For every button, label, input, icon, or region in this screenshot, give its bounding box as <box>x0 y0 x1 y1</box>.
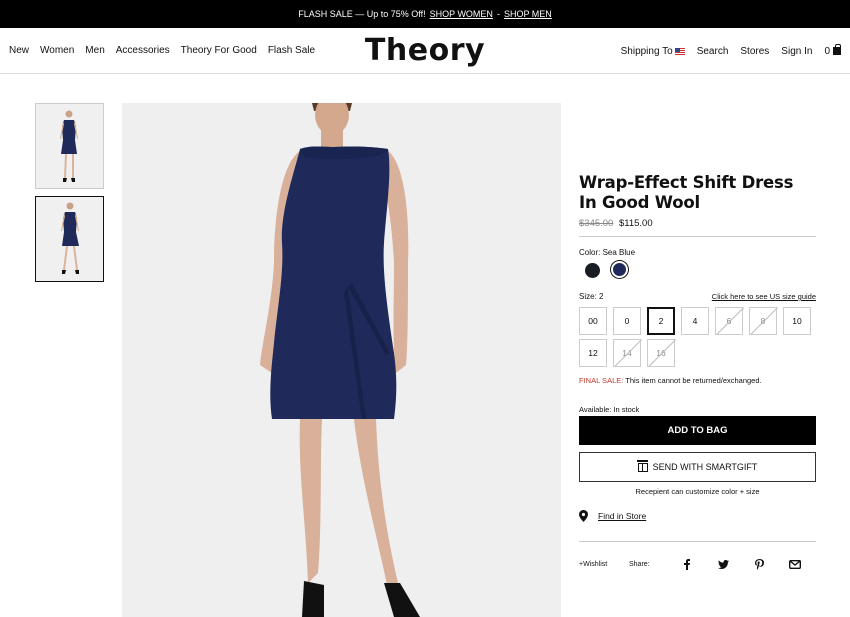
color-swatch-black[interactable] <box>585 263 600 278</box>
stores-link[interactable]: Stores <box>740 46 769 57</box>
size-label: Size: 2 <box>579 292 604 301</box>
final-sale-notice: FINAL SALE: This item cannot be returned… <box>579 376 816 385</box>
shopping-bag-icon <box>833 44 841 55</box>
shop-women-link[interactable]: SHOP WOMEN <box>430 9 493 19</box>
dress-model-pose-thumbnail-image <box>36 197 103 281</box>
dress-model-front-thumbnail-image <box>36 104 103 188</box>
shipping-to-link[interactable]: Shipping To <box>621 46 685 57</box>
final-sale-text: This item cannot be returned/exchanged. <box>623 376 762 385</box>
size-option-4[interactable]: 4 <box>681 307 709 335</box>
availability-status: Available: In stock <box>579 405 640 414</box>
send-with-smartgift-button[interactable]: SEND WITH SMARTGIFT <box>579 452 816 482</box>
utility-nav: Shipping To Search Stores Sign In 0 <box>621 44 841 57</box>
location-pin-icon <box>579 510 588 522</box>
size-option-8-unavailable[interactable]: 8 <box>749 307 777 335</box>
sign-in-link[interactable]: Sign In <box>781 46 812 57</box>
email-icon[interactable] <box>777 560 813 569</box>
size-header: Size: 2 Click here to see US size guide <box>579 292 816 301</box>
promo-text: FLASH SALE — Up to 75% Off! <box>298 9 426 19</box>
share-label: Share: <box>629 561 650 568</box>
color-swatches <box>579 261 816 278</box>
size-option-14-unavailable[interactable]: 14 <box>613 339 641 367</box>
size-selector: 00 0 2 4 6 8 10 12 14 16 <box>579 307 816 367</box>
share-row: +Wishlist Share: <box>579 559 816 570</box>
price-block: $345.00 $115.00 <box>579 218 816 237</box>
wishlist-link[interactable]: +Wishlist <box>579 561 629 568</box>
promo-bar: FLASH SALE — Up to 75% Off! SHOP WOMEN -… <box>0 0 850 28</box>
twitter-icon[interactable] <box>705 560 741 569</box>
final-sale-label: FINAL SALE: <box>579 376 624 385</box>
main-product-image[interactable] <box>122 103 561 617</box>
size-option-16-unavailable[interactable]: 16 <box>647 339 675 367</box>
bag-count: 0 <box>824 46 830 57</box>
shop-men-link[interactable]: SHOP MEN <box>504 9 552 19</box>
original-price: $345.00 <box>579 218 614 229</box>
size-option-10[interactable]: 10 <box>783 307 811 335</box>
us-flag-icon <box>674 48 685 55</box>
shipping-to-label: Shipping To <box>620 46 673 57</box>
color-swatch-sea-blue[interactable] <box>611 261 628 278</box>
product-title: Wrap-Effect Shift Dress In Good Wool <box>579 173 794 212</box>
smartgift-label: SEND WITH SMARTGIFT <box>652 462 758 472</box>
size-option-00[interactable]: 00 <box>579 307 607 335</box>
product-thumbnail-selected[interactable] <box>35 196 104 282</box>
size-option-6-unavailable[interactable]: 6 <box>715 307 743 335</box>
product-info-panel: Wrap-Effect Shift Dress In Good Wool $34… <box>579 173 816 570</box>
site-header: New Women Men Accessories Theory For Goo… <box>0 28 850 74</box>
recipient-note: Recepient can customize color + size <box>635 487 760 496</box>
product-thumbnail[interactable] <box>35 103 104 189</box>
sale-price: $115.00 <box>618 218 653 229</box>
facebook-icon[interactable] <box>669 559 705 570</box>
size-option-2-selected[interactable]: 2 <box>647 307 675 335</box>
color-label: Color: Sea Blue <box>579 248 636 257</box>
bag-link[interactable]: 0 <box>824 44 841 57</box>
dress-model-image <box>122 103 561 617</box>
size-option-12[interactable]: 12 <box>579 339 607 367</box>
search-link[interactable]: Search <box>697 46 729 57</box>
promo-separator: - <box>496 9 500 19</box>
pinterest-icon[interactable] <box>741 559 777 570</box>
add-to-bag-button[interactable]: ADD TO BAG <box>579 416 816 445</box>
gift-icon <box>636 459 648 472</box>
find-in-store-row: Find in Store <box>579 510 816 542</box>
find-in-store-link[interactable]: Find in Store <box>598 511 646 521</box>
size-option-0[interactable]: 0 <box>613 307 641 335</box>
size-guide-link[interactable]: Click here to see US size guide <box>712 292 816 301</box>
